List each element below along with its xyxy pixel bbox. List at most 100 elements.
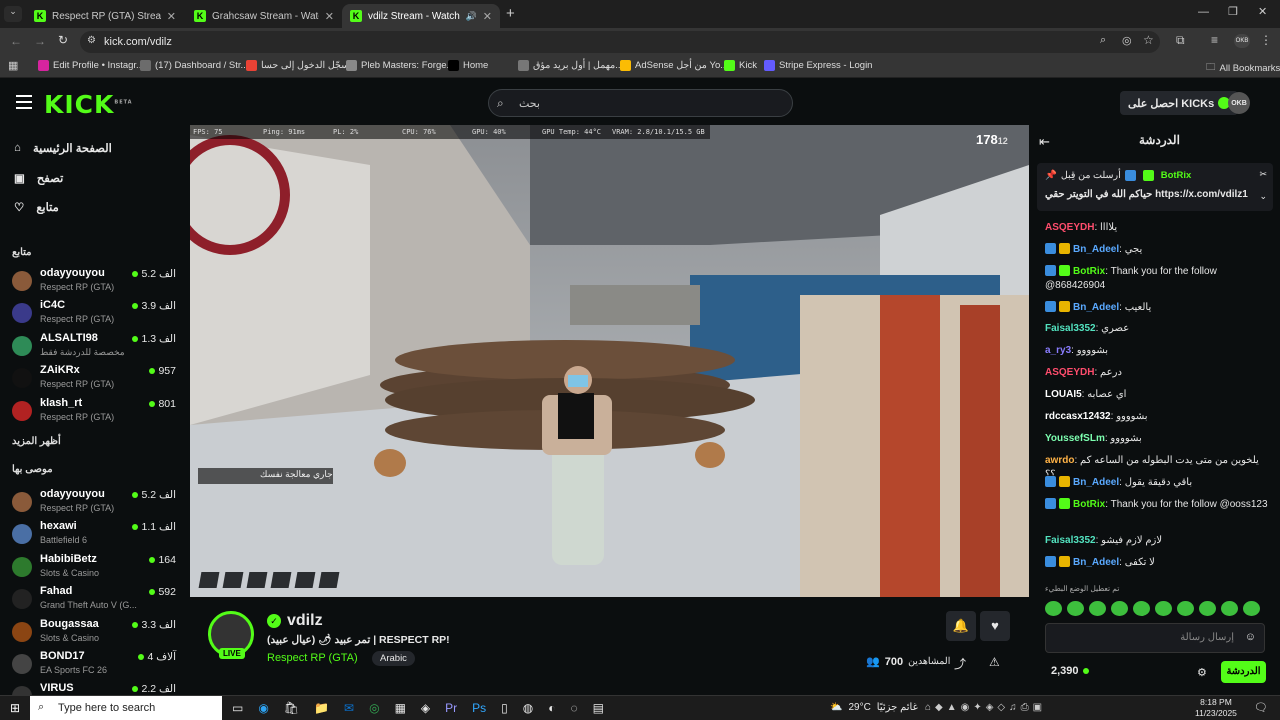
- bookmark-item[interactable]: Home: [448, 60, 488, 71]
- sidebar-channel-item[interactable]: hexawi Battlefield 6 1.1 الف: [12, 519, 182, 551]
- weather-widget[interactable]: ⛅ 29°C غائم جزئيًا: [830, 702, 918, 713]
- app-icon[interactable]: ◈: [421, 701, 430, 715]
- sidebar-channel-item[interactable]: HabibiBetz Slots & Casino 164: [12, 552, 182, 584]
- bookmark-item[interactable]: Pleb Masters: Forge...: [346, 60, 454, 71]
- zoom-icon[interactable]: ⌕: [1100, 34, 1106, 47]
- pinned-message[interactable]: 📌 أرسلت من قِبل BotRix حياكم الله في التوي…: [1037, 163, 1273, 211]
- photoshop-icon[interactable]: Ps: [472, 701, 486, 715]
- extensions-icon[interactable]: ⧉: [1176, 33, 1185, 48]
- audio-playing-icon[interactable]: 🔊: [466, 11, 477, 22]
- taskbar-search-input[interactable]: ⌕ Type here to search: [30, 696, 222, 720]
- notifications-icon[interactable]: 🗨: [1254, 701, 1268, 714]
- kick-logo[interactable]: KICKBETA: [44, 90, 133, 119]
- store-icon[interactable]: 🛍: [284, 701, 299, 715]
- bookmark-item[interactable]: Stripe Express - Login: [764, 60, 872, 71]
- sidebar-channel-item[interactable]: iC4C Respect RP (GTA) 3.9 الف: [12, 298, 182, 330]
- browser-tab-1[interactable]: K Respect RP (GTA) Streaming - Li ✕: [26, 4, 184, 28]
- chat-username[interactable]: YoussefSLm: [1045, 433, 1105, 444]
- bookmark-item[interactable]: مهمل | أول بريد مؤق...: [518, 60, 623, 71]
- search-input[interactable]: ⌕ بحث: [488, 89, 793, 117]
- chat-username[interactable]: Bn_Adeel: [1073, 244, 1119, 255]
- forward-icon[interactable]: →: [34, 34, 46, 48]
- chat-username[interactable]: Bn_Adeel: [1073, 557, 1119, 568]
- steam-icon[interactable]: ◐: [548, 701, 555, 715]
- windows-start-icon[interactable]: ⊞: [10, 701, 20, 715]
- stream-category-link[interactable]: Respect RP (GTA): [267, 652, 358, 664]
- chat-username[interactable]: LOUAI5: [1045, 389, 1082, 400]
- chat-username[interactable]: BotRix: [1073, 266, 1105, 277]
- chat-message-input[interactable]: إرسال رسالة ☺: [1045, 623, 1265, 653]
- browser-tab-2[interactable]: K Grahcsaw Stream - Watch Live o ✕: [186, 4, 342, 28]
- file-explorer-icon[interactable]: 📁: [314, 701, 329, 715]
- premiere-icon[interactable]: Pr: [445, 701, 457, 715]
- profile-avatar[interactable]: OKB: [1234, 34, 1250, 48]
- chat-username[interactable]: Faisal3352: [1045, 535, 1096, 546]
- nav-browse[interactable]: ▣ تصفح: [14, 171, 63, 185]
- share-icon[interactable]: ⤴: [954, 655, 966, 672]
- chat-username[interactable]: ASQEYDH: [1045, 367, 1094, 378]
- emoji-picker-icon[interactable]: ☺: [1245, 631, 1256, 643]
- minimize-button[interactable]: —: [1198, 6, 1209, 18]
- nav-following[interactable]: ♡ متابع: [14, 200, 59, 214]
- hamburger-menu-icon[interactable]: [16, 95, 32, 109]
- media-control-icon[interactable]: ≡: [1211, 33, 1218, 47]
- language-tag[interactable]: Arabic: [372, 651, 415, 666]
- chat-username[interactable]: BotRix: [1073, 499, 1105, 510]
- bookmark-item[interactable]: (17) Dashboard / Str...: [140, 60, 248, 71]
- sidebar-channel-item[interactable]: BOND17 EA Sports FC 26 4 آلاف: [12, 649, 182, 681]
- notification-bell-icon[interactable]: 🔔: [946, 611, 976, 641]
- bookmark-item[interactable]: Kick: [724, 60, 757, 71]
- chrome-icon[interactable]: ◎: [369, 701, 379, 715]
- maximize-button[interactable]: ❐: [1228, 5, 1238, 18]
- address-bar[interactable]: ⚙ kick.com/vdilz: [80, 31, 1160, 53]
- close-tab-icon[interactable]: ✕: [167, 10, 176, 23]
- bookmark-item[interactable]: AdSense من أجل Yo...: [620, 60, 728, 71]
- reload-icon[interactable]: ↻: [58, 33, 68, 47]
- video-player[interactable]: FPS: 75 Ping: 91ms PL: 2% CPU: 76% GPU: …: [190, 125, 1029, 597]
- edge-icon[interactable]: ◉: [258, 701, 268, 715]
- outlook-icon[interactable]: ✉: [344, 701, 354, 715]
- bookmark-item[interactable]: Edit Profile • Instagr...: [38, 60, 144, 71]
- chat-username[interactable]: Bn_Adeel: [1073, 302, 1119, 313]
- sidebar-channel-item[interactable]: ALSALTI98 مخصصة للدردشة فقط 1.3 الف: [12, 331, 182, 363]
- sidebar-channel-item[interactable]: odayyouyou Respect RP (GTA) 5.2 الف: [12, 487, 182, 519]
- new-tab-button[interactable]: +: [506, 5, 515, 22]
- all-bookmarks-button[interactable]: 🗀 All Bookmarks: [1206, 60, 1280, 76]
- close-tab-icon[interactable]: ✕: [483, 10, 492, 23]
- bookmark-star-icon[interactable]: ☆: [1143, 33, 1154, 47]
- tab-search-button[interactable]: ⌄: [4, 6, 22, 22]
- browser-menu-icon[interactable]: ⋮: [1260, 33, 1272, 47]
- app-icon[interactable]: ◌: [571, 701, 578, 715]
- chat-username[interactable]: Faisal3352: [1045, 323, 1096, 334]
- task-view-icon[interactable]: ▭: [232, 701, 243, 715]
- chat-username[interactable]: awrdo: [1045, 455, 1074, 466]
- close-tab-icon[interactable]: ✕: [325, 10, 334, 23]
- show-more-link[interactable]: أظهر المزيد: [12, 436, 61, 447]
- sidebar-channel-item[interactable]: Bougassaa Slots & Casino 3.3 الف: [12, 617, 182, 649]
- document-icon[interactable]: ▯: [501, 701, 508, 715]
- site-info-icon[interactable]: ⚙: [87, 35, 96, 46]
- get-kicks-button[interactable]: احصل على KICKs: [1120, 91, 1239, 115]
- app-icon[interactable]: ▤: [593, 701, 604, 715]
- user-avatar[interactable]: OKB: [1228, 92, 1250, 114]
- chat-username[interactable]: Bn_Adeel: [1073, 477, 1119, 488]
- back-icon[interactable]: ←: [10, 34, 22, 48]
- report-warning-icon[interactable]: ⚠: [989, 655, 1000, 669]
- terminal-icon[interactable]: ▦: [395, 701, 406, 715]
- chat-username[interactable]: a_ry3: [1045, 345, 1071, 356]
- chat-username[interactable]: ASQEYDH: [1045, 222, 1094, 233]
- obs-icon[interactable]: ◍: [523, 701, 533, 715]
- sidebar-channel-item[interactable]: ZAiKRx Respect RP (GTA) 957: [12, 363, 182, 395]
- follow-heart-button[interactable]: ♥: [980, 611, 1010, 641]
- apps-grid-icon[interactable]: ▦: [8, 59, 18, 72]
- chat-settings-gear-icon[interactable]: ⚙: [1197, 666, 1207, 679]
- close-window-button[interactable]: ✕: [1258, 5, 1267, 18]
- eye-off-icon[interactable]: ◎: [1122, 34, 1132, 47]
- system-tray-icons[interactable]: ⌂◆▲◉✦◈◇♫⎙▣: [925, 702, 1046, 713]
- nav-home[interactable]: ⌂ الصفحة الرئيسية: [14, 141, 112, 155]
- collapse-chat-icon[interactable]: ⇤: [1039, 134, 1050, 150]
- sidebar-channel-item[interactable]: Fahad Grand Theft Auto V (G... 592: [12, 584, 182, 616]
- bookmark-item[interactable]: سجّل الدخول إلى حسا...: [246, 60, 357, 71]
- browser-tab-3-active[interactable]: Kvdilz Stream - Watch Live on 🔊 ✕: [342, 4, 500, 28]
- clock[interactable]: 8:18 PM 11/23/2025: [1195, 697, 1237, 719]
